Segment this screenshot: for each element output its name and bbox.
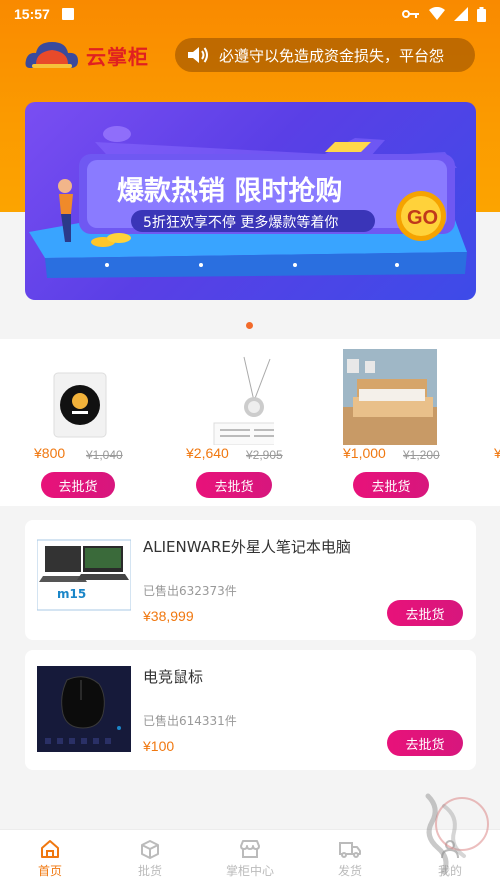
- app-name: 云掌柜: [86, 44, 149, 69]
- banner-subline: 5折狂欢享不停 更多爆款等着你: [143, 214, 338, 231]
- tab-label: 发货: [337, 864, 362, 878]
- product-image: [37, 666, 131, 752]
- wholesale-button[interactable]: 去批货: [41, 472, 115, 498]
- product-price: ¥38,999: [143, 608, 194, 624]
- featured-products: ¥800 ¥1,040 去批货 ¥2,640 ¥2,905 去批货 ¥1,000…: [0, 339, 500, 506]
- box-icon: [141, 840, 159, 859]
- product-sold-count: 已售出614331件: [143, 714, 237, 728]
- wholesale-button[interactable]: 去批货: [387, 600, 463, 626]
- tab-shipping[interactable]: 发货: [300, 830, 400, 884]
- tab-label: 掌柜中心: [225, 864, 274, 878]
- banner-go: GO: [407, 207, 438, 229]
- product-title: 电竞鼠标: [143, 668, 204, 686]
- featured-product-card[interactable]: ¥800 ¥1,040 去批货: [0, 339, 140, 506]
- wholesale-button[interactable]: 去批货: [196, 472, 272, 498]
- watermark-stamp: [425, 793, 489, 875]
- product-image: [343, 349, 437, 445]
- status-bar: 15:57: [0, 0, 500, 28]
- tab-label: 首页: [37, 864, 62, 878]
- tab-wholesale[interactable]: 批货: [100, 830, 200, 884]
- notification-icon: [61, 8, 74, 20]
- product-card[interactable]: 电竞鼠标 已售出614331件 ¥100 去批货: [25, 650, 476, 770]
- carousel-indicator[interactable]: [246, 322, 253, 329]
- wholesale-button[interactable]: 去批货: [387, 730, 463, 756]
- product-image: m15: [37, 539, 131, 611]
- home-icon: [41, 840, 59, 858]
- truck-icon: [339, 842, 361, 858]
- key-icon: [402, 10, 419, 18]
- product-image: [213, 356, 274, 445]
- product-price: ¥100: [143, 738, 175, 754]
- banner-headline: 爆款热销 限时抢购: [117, 175, 342, 207]
- product-sold-count: 已售出632373件: [143, 584, 237, 598]
- featured-original-price: ¥2,905: [246, 448, 283, 462]
- tab-store-center[interactable]: 掌柜中心: [200, 830, 300, 884]
- header: 云掌柜 必遵守以免造成资金损失，平台怨: [0, 36, 500, 76]
- product-card[interactable]: m15 ALIENWARE外星人笔记本电脑 已售出632373件 ¥38,999…: [25, 520, 476, 640]
- featured-original-price: ¥1,200: [403, 448, 440, 462]
- featured-price: ¥2,640: [186, 445, 229, 461]
- banner-artwork: 爆款热销 限时抢购 5折狂欢享不停 更多爆款等着你 GO: [29, 126, 467, 278]
- promo-banner[interactable]: 爆款热销 限时抢购 5折狂欢享不停 更多爆款等着你 GO: [25, 102, 476, 300]
- wholesale-button[interactable]: 去批货: [353, 472, 429, 498]
- signal-icon: [454, 7, 468, 21]
- store-icon: [240, 840, 260, 858]
- notice-text: 必遵守以免造成资金损失，平台怨: [219, 46, 445, 65]
- notice-marquee[interactable]: 必遵守以免造成资金损失，平台怨: [175, 38, 475, 72]
- tab-label: 批货: [137, 864, 162, 878]
- product-image: [53, 372, 107, 438]
- svg-text:m15: m15: [57, 587, 86, 601]
- featured-product-card[interactable]: ¥2,640 ¥2,905 去批货: [152, 339, 292, 506]
- speaker-icon: [188, 47, 208, 63]
- featured-price: ¥800: [34, 445, 66, 461]
- status-time: 15:57: [14, 6, 50, 22]
- wifi-icon: [429, 7, 445, 20]
- featured-product-card-partial[interactable]: ¥: [486, 339, 500, 506]
- featured-original-price: ¥1,040: [86, 448, 123, 462]
- featured-price: ¥1,000: [343, 445, 386, 461]
- battery-icon: [477, 6, 486, 22]
- tab-home[interactable]: 首页: [0, 830, 100, 884]
- app-logo: 云掌柜: [24, 38, 149, 72]
- featured-product-card[interactable]: ¥1,000 ¥1,200 去批货: [309, 339, 449, 506]
- cloud-logo-icon: [25, 42, 78, 68]
- product-title: ALIENWARE外星人笔记本电脑: [143, 538, 351, 556]
